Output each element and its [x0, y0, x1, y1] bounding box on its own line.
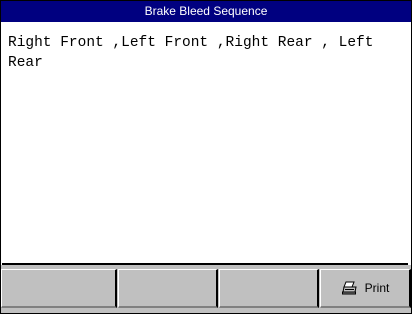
softkey-3-button[interactable]	[219, 269, 319, 308]
softkey-2-button[interactable]	[118, 269, 218, 308]
bleed-sequence-text: Right Front ,Left Front ,Right Rear , Le…	[8, 35, 374, 71]
softkey-bar: Print	[1, 265, 411, 313]
brake-bleed-window: Brake Bleed Sequence Right Front ,Left F…	[0, 0, 412, 314]
printer-icon	[341, 281, 359, 295]
sequence-panel: Right Front ,Left Front ,Right Rear , Le…	[2, 22, 408, 265]
print-button[interactable]: Print	[320, 269, 411, 308]
softkey-1-button[interactable]	[1, 269, 117, 308]
print-label: Print	[364, 281, 390, 295]
window-title: Brake Bleed Sequence	[1, 1, 411, 22]
